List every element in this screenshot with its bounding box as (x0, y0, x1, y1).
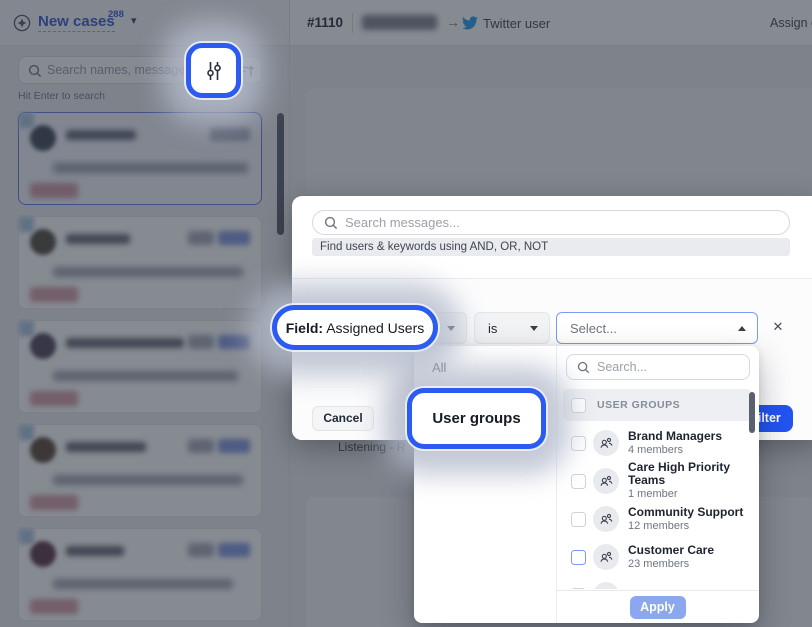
search-syntax-hint: Find users & keywords using AND, OR, NOT (312, 238, 790, 256)
message-search-bar (312, 210, 790, 235)
tab-all[interactable]: All (414, 354, 556, 381)
group-name: Care High Priority Teams (628, 461, 752, 487)
checkbox[interactable] (571, 474, 586, 489)
search-icon (324, 216, 338, 230)
cancel-button[interactable]: Cancel (312, 406, 374, 431)
annotation-user-groups: User groups (407, 388, 546, 449)
annotation-field-assigned-users: Field: Assigned Users (272, 305, 438, 350)
apply-button[interactable]: Apply (630, 596, 686, 619)
group-header-label: USER GROUPS (597, 399, 680, 411)
list-item[interactable]: Customer Care 23 members (563, 538, 752, 576)
annotation-user-groups-label: User groups (432, 410, 520, 427)
group-name: Customer Care (628, 544, 714, 557)
list-item[interactable]: Care High Priority Teams 1 member (563, 462, 752, 500)
group-members: 12 members (628, 520, 743, 533)
checkbox-highlighted[interactable] (571, 550, 586, 565)
user-group-icon (598, 473, 614, 489)
group-list: USER GROUPS Brand Managers 4 members (563, 389, 752, 589)
avatar (593, 430, 619, 456)
remove-filter-button[interactable]: ✕ (768, 317, 788, 337)
checkbox[interactable] (571, 588, 586, 590)
group-name: Brand Managers (628, 430, 722, 443)
annotation-field-text: Assigned Users (323, 320, 424, 336)
filter-operator-select[interactable]: is (474, 312, 550, 344)
avatar (593, 506, 619, 532)
user-group-icon (598, 549, 614, 565)
search-icon (577, 361, 590, 374)
operator-value: is (488, 321, 497, 336)
select-all-checkbox[interactable] (571, 398, 586, 413)
list-item-partial[interactable] (563, 576, 752, 589)
user-group-icon (598, 435, 614, 451)
annotation-field-bold: Field: (286, 320, 323, 336)
chevron-down-icon (530, 326, 538, 331)
avatar (593, 582, 619, 589)
annotation-filter-settings-button[interactable] (186, 43, 241, 98)
list-item[interactable]: Community Support 12 members (563, 500, 752, 538)
user-group-icon (598, 511, 614, 527)
select-placeholder: Select... (570, 321, 617, 336)
chevron-down-icon (447, 326, 455, 331)
list-item[interactable]: Brand Managers 4 members (563, 424, 752, 462)
sliders-icon (202, 59, 226, 83)
dropdown-scrollbar[interactable] (749, 392, 755, 433)
chevron-up-icon (738, 326, 746, 331)
group-members: 23 members (628, 558, 714, 571)
avatar (593, 544, 619, 570)
group-members: 1 member (628, 488, 752, 501)
avatar (593, 468, 619, 494)
dropdown-search-input[interactable] (597, 356, 737, 378)
message-search-input[interactable] (345, 212, 765, 233)
checkbox[interactable] (571, 512, 586, 527)
group-header-row[interactable]: USER GROUPS (563, 389, 752, 421)
dropdown-search-bar (566, 354, 750, 380)
filter-value-select[interactable]: Select... (556, 312, 758, 344)
checkbox[interactable] (571, 436, 586, 451)
dropdown-footer: Apply (557, 590, 758, 623)
group-name: Community Support (628, 506, 743, 519)
group-members: 4 members (628, 444, 722, 457)
dropdown-list-column: USER GROUPS Brand Managers 4 members (557, 346, 758, 623)
app-screen: New cases 288 ▾ #1110 → Twitter user Ass… (0, 0, 812, 627)
